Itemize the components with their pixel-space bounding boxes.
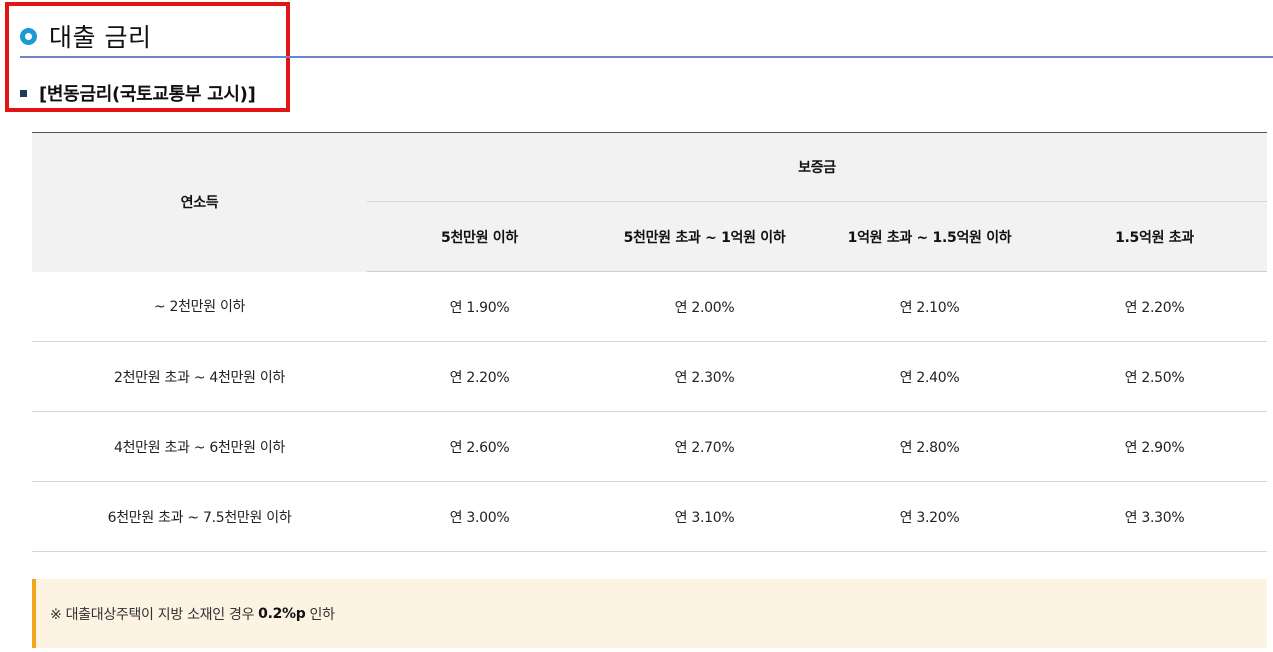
rate-cell: 연 2.10% — [817, 271, 1042, 342]
income-cell: ~ 2천만원 이하 — [32, 271, 367, 342]
rate-cell: 연 2.20% — [367, 341, 592, 412]
header-deposit-col-4: 1.5억원 초과 — [1042, 201, 1267, 272]
rate-cell: 연 2.70% — [592, 411, 817, 482]
table-row: ~ 2천만원 이하 연 1.90% 연 2.00% 연 2.10% 연 2.20… — [32, 271, 1267, 342]
rate-cell: 연 3.30% — [1042, 481, 1267, 552]
table-row: 6천만원 초과 ~ 7.5천만원 이하 연 3.00% 연 3.10% 연 3.… — [32, 481, 1267, 552]
header-deposit-col-3: 1억원 초과 ~ 1.5억원 이하 — [817, 201, 1042, 272]
income-cell: 4천만원 초과 ~ 6천만원 이하 — [32, 411, 367, 482]
income-cell: 2천만원 초과 ~ 4천만원 이하 — [32, 341, 367, 412]
section-title: 대출 금리 — [20, 18, 151, 54]
interest-rate-table: 연소득 보증금 5천만원 이하 5천만원 초과 ~ 1억원 이하 1억원 초과 … — [32, 132, 1267, 552]
rate-cell: 연 2.80% — [817, 411, 1042, 482]
header-deposit-col-2: 5천만원 초과 ~ 1억원 이하 — [592, 201, 817, 272]
header-deposit-col-1: 5천만원 이하 — [367, 201, 592, 272]
title-divider — [20, 56, 1273, 58]
section-title-text: 대출 금리 — [49, 23, 152, 52]
section-subtitle: [변동금리(국토교통부 고시)] — [20, 80, 256, 106]
rate-cell: 연 2.90% — [1042, 411, 1267, 482]
table-row: 4천만원 초과 ~ 6천만원 이하 연 2.60% 연 2.70% 연 2.80… — [32, 411, 1267, 482]
note-suffix: 인하 — [309, 606, 335, 623]
note-emphasis: 0.2%p — [258, 605, 306, 622]
header-deposit: 보증금 — [367, 132, 1267, 202]
rate-cell: 연 1.90% — [367, 271, 592, 342]
square-bullet-icon — [20, 89, 27, 97]
rate-cell: 연 2.20% — [1042, 271, 1267, 342]
rate-cell: 연 2.00% — [592, 271, 817, 342]
rate-cell: 연 2.40% — [817, 341, 1042, 412]
rate-cell: 연 3.20% — [817, 481, 1042, 552]
rate-cell: 연 2.30% — [592, 341, 817, 412]
header-annual-income: 연소득 — [32, 132, 367, 272]
rate-cell: 연 2.60% — [367, 411, 592, 482]
rate-cell: 연 2.50% — [1042, 341, 1267, 412]
note-prefix: ※ 대출대상주택이 지방 소재인 경우 — [50, 606, 255, 623]
section-subtitle-text: [변동금리(국토교통부 고시)] — [39, 84, 256, 105]
income-cell: 6천만원 초과 ~ 7.5천만원 이하 — [32, 481, 367, 552]
circle-bullet-icon — [20, 27, 37, 45]
rate-cell: 연 3.00% — [367, 481, 592, 552]
regional-discount-note: ※ 대출대상주택이 지방 소재인 경우 0.2%p 인하 — [32, 579, 1267, 648]
table-row: 2천만원 초과 ~ 4천만원 이하 연 2.20% 연 2.30% 연 2.40… — [32, 341, 1267, 412]
rate-cell: 연 3.10% — [592, 481, 817, 552]
